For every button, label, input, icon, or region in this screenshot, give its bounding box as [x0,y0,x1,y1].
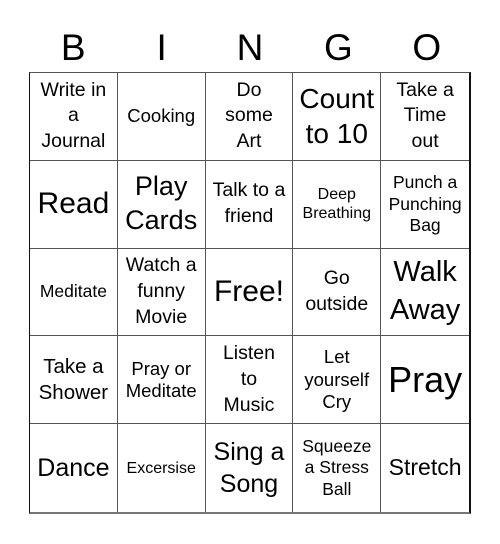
cell-label: Listen to Music [222,341,275,416]
cell-label: Do some Art [225,78,273,153]
cell-label: Count to 10 [299,83,375,150]
bingo-cell-b2[interactable]: Read [30,160,118,249]
cell-label: Pray [388,359,463,401]
bingo-cell-b3[interactable]: Meditate [30,248,118,337]
free-space: Free! [213,274,284,308]
cell-label: Take a Shower [38,355,109,404]
cell-label: Let yourself Cry [304,345,370,413]
cell-label: Watch a funny Movie [125,254,197,328]
header-letter-b: B [60,27,86,68]
bingo-cell-g2[interactable]: Deep Breathing [293,160,382,249]
bingo-cell-n5[interactable]: Sing a Song [206,424,294,512]
bingo-board: Write in a Journal Cooking Do some Art C… [29,72,471,514]
cell-label: Deep Breathing [302,185,372,223]
bingo-cell-g4[interactable]: Let yourself Cry [293,336,382,425]
bingo-cell-o1[interactable]: Take a Time out [381,73,469,161]
bingo-cell-o2[interactable]: Punch a Punching Bag [381,161,469,249]
cell-label: Talk to a friend [212,179,286,228]
header-letter-g: G [324,27,353,68]
header-letter-o: O [412,27,442,68]
bingo-cell-i5[interactable]: Excersise [118,424,206,512]
cell-label: Play Cards [125,171,198,236]
cell-label: Read [37,187,110,221]
header-letter-i: I [156,27,167,68]
cell-label: Excersise [126,459,196,477]
bingo-cell-g1[interactable]: Count to 10 [293,73,382,161]
bingo-cell-n4[interactable]: Listen to Music [205,336,294,425]
bingo-cell-i4[interactable]: Pray or Meditate [117,336,206,425]
bingo-cell-b1[interactable]: Write in a Journal [30,73,118,161]
cell-label: Squeeze a Stress Ball [302,436,372,499]
bingo-cell-g5[interactable]: Squeeze a Stress Ball [293,424,382,512]
bingo-cell-o3[interactable]: Walk Away [381,249,469,337]
bingo-cell-n2[interactable]: Talk to a friend [205,160,294,249]
cell-label: Go outside [305,267,369,315]
cell-label: Write in a Journal [40,78,107,153]
bingo-cell-g3[interactable]: Go outside [293,248,382,337]
bingo-cell-n3[interactable]: Free! [205,248,294,337]
bingo-cell-b5[interactable]: Dance [30,424,118,512]
bingo-cell-b4[interactable]: Take a Shower [30,336,118,425]
cell-label: Meditate [39,281,107,302]
bingo-cell-i3[interactable]: Watch a funny Movie [117,248,206,337]
bingo-header: B I N G O [29,24,471,72]
bingo-cell-o4[interactable]: Pray [381,336,469,425]
bingo-cell-o5[interactable]: Stretch [381,424,469,512]
cell-label: Punch a Punching Bag [388,172,462,235]
cell-label: Cooking [127,105,196,127]
cell-label: Stretch [388,454,462,481]
cell-label: Sing a Song [213,437,285,499]
bingo-cell-i1[interactable]: Cooking [117,73,206,161]
header-letter-n: N [236,27,264,68]
cell-label: Take a Time out [396,78,454,153]
cell-label: Walk Away [389,256,461,326]
bingo-cell-n1[interactable]: Do some Art [205,73,294,161]
bingo-cell-i2[interactable]: Play Cards [117,160,206,249]
cell-label: Dance [37,453,110,482]
cell-label: Pray or Meditate [125,357,197,401]
